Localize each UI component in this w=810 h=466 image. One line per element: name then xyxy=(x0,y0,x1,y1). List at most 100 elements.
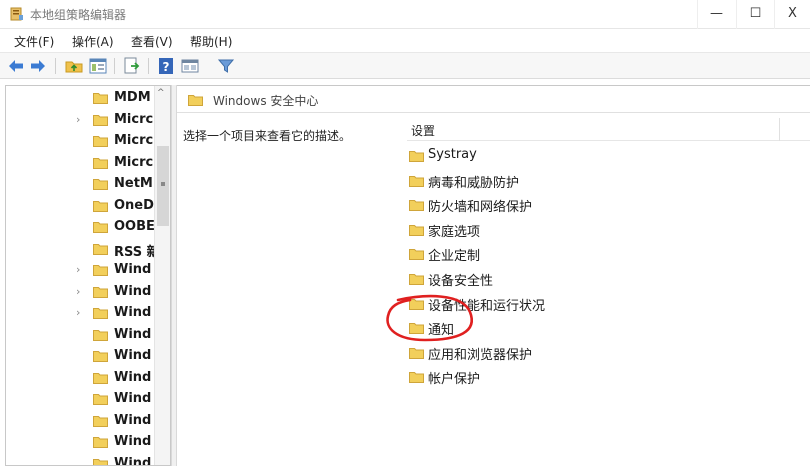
tree-item-label: Wind xyxy=(114,455,152,466)
tree-item-label: Wind xyxy=(114,283,152,299)
setting-list-item[interactable]: 病毒和威胁防护 xyxy=(407,169,707,193)
expand-arrow-icon[interactable]: › xyxy=(76,263,80,276)
folder-icon xyxy=(93,93,108,104)
folder-icon xyxy=(93,222,108,233)
tree-item[interactable]: › Micrc xyxy=(6,110,154,131)
tree-item-label: RSS 新 xyxy=(114,244,154,260)
forward-arrow-icon[interactable] xyxy=(28,56,48,76)
setting-list-item[interactable]: 应用和浏览器保护 xyxy=(407,341,707,365)
setting-item-label: 设备性能和运行状况 xyxy=(428,298,546,314)
tree-item[interactable]: NetM xyxy=(6,174,154,195)
close-button[interactable]: X xyxy=(774,0,810,29)
export-list-icon[interactable] xyxy=(122,56,142,76)
tree-item[interactable]: Wind xyxy=(6,325,154,346)
tree-item[interactable]: Micrc xyxy=(6,153,154,174)
setting-list-item[interactable]: 设备安全性 xyxy=(407,267,707,291)
folder-icon xyxy=(409,323,424,335)
show-hide-tree-icon[interactable] xyxy=(88,56,108,76)
expand-arrow-icon[interactable]: › xyxy=(76,113,80,126)
setting-item-label: 应用和浏览器保护 xyxy=(428,347,533,363)
folder-icon xyxy=(93,372,108,384)
tree-item-label: Micrc xyxy=(114,154,154,170)
toolbar: ? xyxy=(0,52,810,79)
folder-icon xyxy=(93,329,108,341)
tree-item-label: NetM xyxy=(114,176,153,191)
description-text: 选择一个项目来查看它的描述。 xyxy=(183,129,352,143)
folder-icon xyxy=(409,249,424,261)
setting-list-item[interactable]: 帐户保护 xyxy=(407,365,707,389)
expand-arrow-icon[interactable]: › xyxy=(76,285,80,298)
tree-item-label: OneD xyxy=(114,197,154,213)
tree-item[interactable]: Wind xyxy=(6,411,154,432)
folder-icon xyxy=(93,200,108,212)
setting-list-item[interactable]: 通知 xyxy=(407,316,707,340)
scroll-up-arrow-icon[interactable]: ^ xyxy=(157,88,165,98)
setting-item-label: 帐户保护 xyxy=(428,372,481,388)
folder-icon xyxy=(93,458,108,465)
folder-icon xyxy=(93,265,108,276)
tree-item-label: Micrc xyxy=(114,111,154,127)
menu-file[interactable]: 文件(F) xyxy=(14,33,54,50)
tree-item[interactable]: Micrc xyxy=(6,131,154,152)
setting-item-label: 病毒和威胁防护 xyxy=(428,175,520,191)
tree-item[interactable]: OOBE xyxy=(6,217,154,238)
folder-icon xyxy=(409,298,424,310)
tree-item[interactable]: RSS 新 xyxy=(6,239,154,260)
tree-pane[interactable]: ^ MDM › Micrc Micrc Micrc NetM OneD OOBE RSS 新 › W… xyxy=(5,85,171,466)
back-arrow-icon[interactable] xyxy=(6,56,26,76)
folder-icon xyxy=(188,95,203,106)
maximize-button[interactable]: ☐ xyxy=(736,0,774,29)
setting-item-label: 企业定制 xyxy=(428,249,481,265)
tree-item[interactable]: Wind xyxy=(6,346,154,367)
setting-item-label: 防火墙和网络保护 xyxy=(428,200,533,216)
tree-item-label: Wind xyxy=(114,305,152,320)
setting-list-item[interactable]: Systray xyxy=(407,144,707,168)
column-divider[interactable] xyxy=(779,118,780,141)
folder-icon xyxy=(409,200,424,212)
tree-item-label: Wind xyxy=(114,434,152,449)
column-header-label: 设置 xyxy=(411,124,436,138)
folder-icon xyxy=(409,274,424,285)
setting-list-item[interactable]: 防火墙和网络保护 xyxy=(407,193,707,217)
tree-item[interactable]: › Wind xyxy=(6,303,154,324)
tree-item[interactable]: › Wind xyxy=(6,260,154,281)
up-folder-icon[interactable] xyxy=(64,56,84,76)
expand-arrow-icon[interactable]: › xyxy=(76,306,80,319)
scroll-thumb[interactable] xyxy=(157,146,169,226)
setting-item-label: 家庭选项 xyxy=(428,224,481,240)
minimize-button[interactable]: — xyxy=(697,0,735,29)
window-title: 本地组策略编辑器 xyxy=(30,8,127,22)
filter-icon[interactable] xyxy=(216,56,236,76)
menu-action[interactable]: 操作(A) xyxy=(72,33,114,50)
tree-item-label: MDM xyxy=(114,90,151,105)
folder-icon xyxy=(93,351,108,362)
setting-list-item[interactable]: 家庭选项 xyxy=(407,218,707,242)
properties-icon[interactable] xyxy=(180,56,200,76)
breadcrumb: Windows 安全中心 xyxy=(177,86,810,113)
tree-item[interactable]: › Wind xyxy=(6,282,154,303)
folder-icon xyxy=(93,114,108,126)
folder-icon xyxy=(93,157,108,169)
column-header-setting[interactable]: 设置 xyxy=(407,118,810,141)
setting-list-item[interactable]: 企业定制 xyxy=(407,242,707,266)
folder-icon xyxy=(409,175,424,187)
settings-list: 设置 Systray 病毒和威胁防护 防火墙和网络保护 家庭选项企业定制设备安全性设备… xyxy=(407,114,810,466)
menu-help[interactable]: 帮助(H) xyxy=(190,33,232,50)
tree-item-label: Wind xyxy=(114,412,152,428)
tree-item[interactable]: Wind xyxy=(6,454,154,466)
help-icon[interactable]: ? xyxy=(156,56,176,76)
tree-scrollbar[interactable]: ^ xyxy=(154,86,170,465)
folder-icon xyxy=(93,286,108,298)
tree-item[interactable]: Wind xyxy=(6,432,154,453)
folder-icon xyxy=(93,243,108,255)
tree-item[interactable]: Wind xyxy=(6,368,154,389)
folder-icon xyxy=(409,372,424,384)
setting-item-label: 设备安全性 xyxy=(428,274,494,289)
tree-item[interactable]: OneD xyxy=(6,196,154,217)
tree-item[interactable]: MDM xyxy=(6,88,154,109)
folder-icon xyxy=(409,151,424,162)
menu-view[interactable]: 查看(V) xyxy=(131,33,173,50)
tree-item[interactable]: Wind xyxy=(6,389,154,410)
setting-item-label: Systray xyxy=(428,147,477,162)
setting-list-item[interactable]: 设备性能和运行状况 xyxy=(407,292,707,316)
